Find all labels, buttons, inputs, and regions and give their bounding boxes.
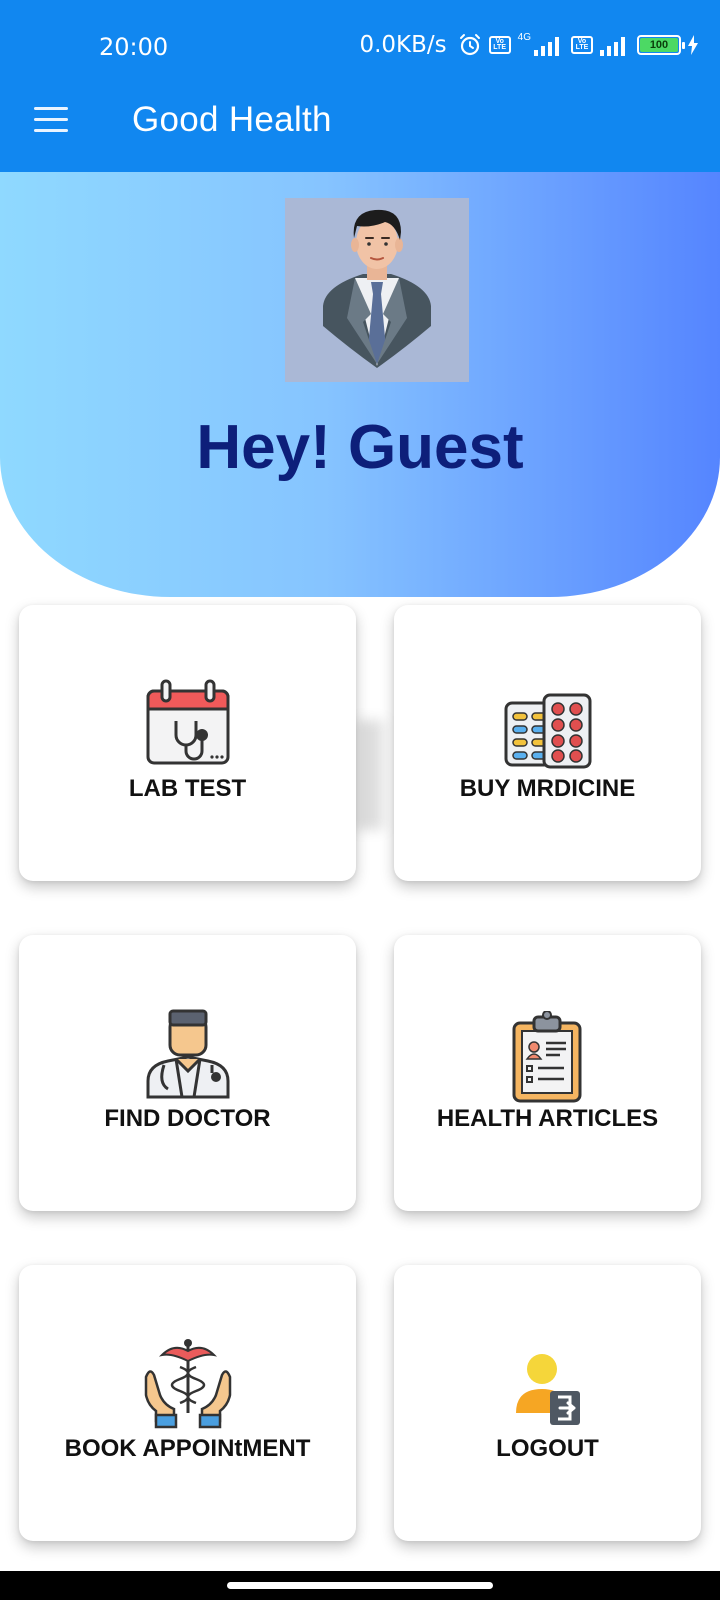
calendar-stethoscope-icon	[142, 677, 234, 769]
greeting-title: Hey! Guest	[196, 413, 524, 482]
caduceus-hands-icon	[142, 1337, 234, 1429]
battery-icon: 100	[637, 35, 685, 55]
pill-blister-icon	[502, 693, 594, 785]
doctor-avatar	[285, 198, 469, 382]
signal-icon	[600, 37, 625, 56]
network-type: 4G	[517, 31, 531, 43]
network-speed: 0.0KB/s	[359, 32, 447, 58]
battery-level: 100	[640, 38, 678, 52]
status-bar: 20:00 0.0KB/s Vo LTE 4G Vo LTE 100	[0, 0, 720, 68]
card-label: BOOK APPOINtMENT	[64, 1435, 311, 1462]
alarm-icon	[459, 34, 480, 56]
user-logout-icon	[502, 1353, 594, 1445]
card-label: BUY MRDICINE	[459, 775, 636, 802]
card-label: LAB TEST	[128, 775, 247, 802]
card-label: HEALTH ARTICLES	[436, 1105, 659, 1132]
volte-icon: Vo LTE	[571, 36, 593, 54]
clipboard-report-icon	[502, 1010, 594, 1103]
volte-icon: Vo LTE	[488, 36, 511, 54]
shadow-artifact	[352, 720, 386, 830]
app-title: Good Health	[132, 100, 332, 139]
status-icons: 0.0KB/s Vo LTE 4G Vo LTE 100	[359, 32, 698, 58]
doctor-icon	[142, 1007, 234, 1099]
find-doctor-card[interactable]: FIND DOCTOR	[19, 935, 356, 1211]
system-nav-bar	[0, 1571, 720, 1600]
status-time: 20:00	[99, 33, 169, 61]
book-appointment-card[interactable]: BOOK APPOINtMENT	[19, 1265, 356, 1541]
signal-icon	[534, 37, 559, 56]
charging-icon	[688, 35, 698, 55]
logout-card[interactable]: LOGOUT	[394, 1265, 701, 1541]
buy-medicine-card[interactable]: BUY MRDICINE	[394, 605, 701, 881]
hamburger-menu-icon[interactable]	[26, 98, 76, 142]
health-articles-card[interactable]: HEALTH ARTICLES	[394, 935, 701, 1211]
card-label: FIND DOCTOR	[104, 1105, 271, 1132]
header-banner: Hey! Guest	[0, 172, 720, 597]
home-indicator[interactable]	[227, 1582, 493, 1589]
lab-test-card[interactable]: LAB TEST	[19, 605, 356, 881]
app-bar: Good Health	[0, 68, 720, 172]
card-label: LOGOUT	[496, 1435, 599, 1462]
